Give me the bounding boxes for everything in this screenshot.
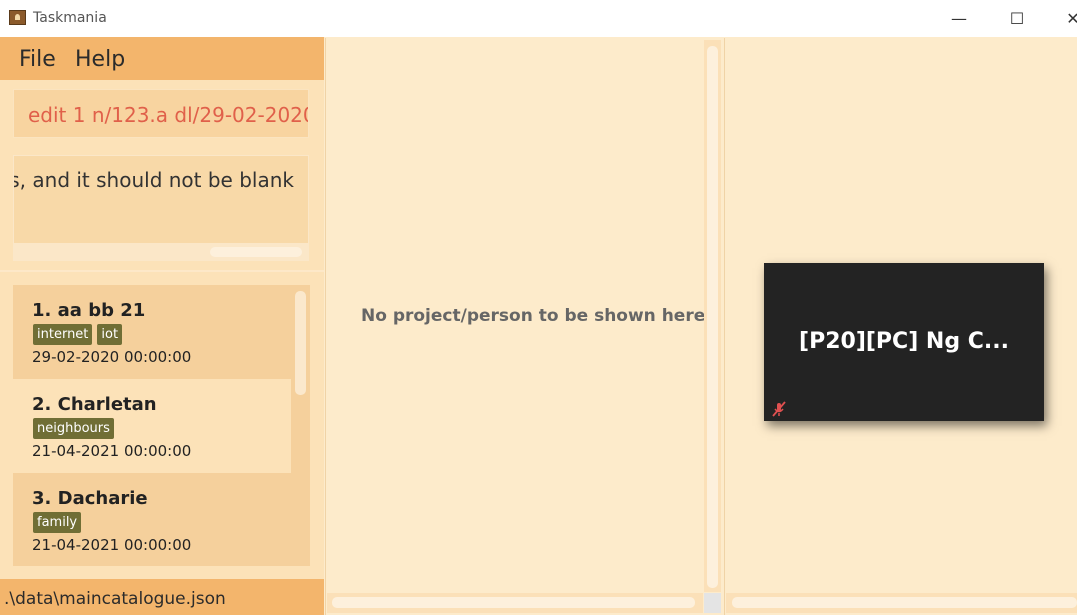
result-horizontal-scrollbar[interactable] [14,243,308,260]
item-title: 2. Charletan [32,394,157,415]
item-tags: family [33,512,82,533]
detail-vertical-scrollbar[interactable] [704,40,721,592]
participant-name: [P20][PC] Ng C... [799,329,1009,354]
tag-badge: iot [97,324,123,345]
list-scrollbar-thumb[interactable] [295,291,306,395]
close-button[interactable]: ✕ [1058,4,1077,32]
item-deadline: 29-02-2020 00:00:00 [32,348,192,366]
muted-mic-icon [770,400,788,418]
command-input-text[interactable]: edit 1 n/123.a dl/29-02-2020 ( [28,103,308,127]
list-item[interactable]: 1. aa bb 21 internet iot 29-02-2020 00:0… [13,285,291,379]
empty-detail-message: No project/person to be shown here. [361,306,712,326]
video-call-overlay[interactable]: [P20][PC] Ng C... [764,263,1044,421]
menu-file[interactable]: File [19,47,56,72]
list-item[interactable]: 3. Dacharie family 21-04-2021 00:00:00 [13,473,291,566]
detail-horizontal-scrollbar[interactable] [327,593,703,613]
tag-badge: internet [33,324,93,345]
item-tags: internet iot [33,324,123,345]
panel-divider [0,270,324,272]
result-display: aces, and it should not be blank [13,155,309,261]
tag-badge: family [33,512,82,533]
window-titlebar: Taskmania — ☐ ✕ [0,0,1077,37]
minimize-button[interactable]: — [944,4,974,32]
data-file-path: .\data\maincatalogue.json [4,589,226,609]
right-horizontal-scrollbar-thumb[interactable] [732,597,1077,608]
right-horizontal-scrollbar[interactable] [726,593,1077,613]
command-input[interactable]: edit 1 n/123.a dl/29-02-2020 ( [13,89,309,138]
item-deadline: 21-04-2021 00:00:00 [32,536,192,554]
tag-badge: neighbours [33,418,114,439]
scrollbar-corner [704,593,721,613]
detail-horizontal-scrollbar-thumb[interactable] [332,597,695,608]
item-title: 3. Dacharie [32,488,148,509]
app-icon [9,10,26,25]
menu-bar: File Help [0,37,324,80]
status-bar: .\data\maincatalogue.json [0,579,324,615]
window-title: Taskmania [33,10,107,26]
result-message: aces, and it should not be blank [14,168,294,192]
detail-vertical-scrollbar-thumb[interactable] [707,46,718,588]
maximize-button[interactable]: ☐ [1002,4,1032,32]
item-tags: neighbours [33,418,114,439]
result-scrollbar-thumb[interactable] [210,247,302,257]
list-item[interactable]: 2. Charletan neighbours 21-04-2021 00:00… [13,379,291,473]
item-list[interactable]: 1. aa bb 21 internet iot 29-02-2020 00:0… [13,285,310,566]
item-deadline: 21-04-2021 00:00:00 [32,442,192,460]
menu-help[interactable]: Help [75,47,125,72]
item-title: 1. aa bb 21 [32,300,146,321]
detail-panel: No project/person to be shown here. [325,38,723,615]
